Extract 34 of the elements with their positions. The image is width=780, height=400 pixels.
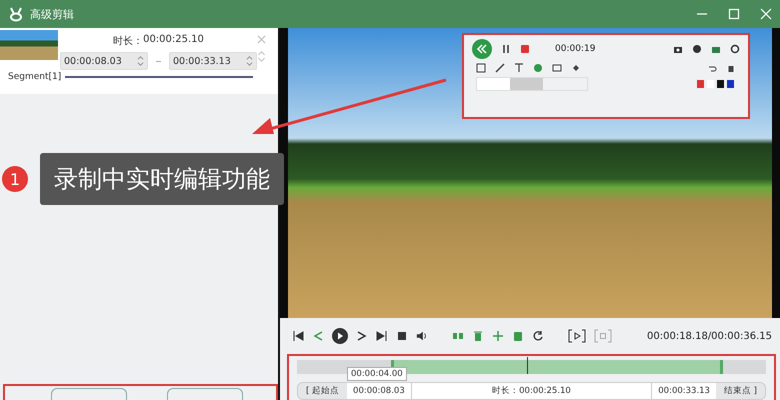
segment-name: Segment[1] — [7, 72, 60, 82]
step-back-icon[interactable] — [312, 330, 324, 342]
pause-icon[interactable] — [501, 44, 511, 54]
play-selection-icon[interactable] — [568, 329, 586, 343]
end-time-field[interactable]: 00:00:33.13 — [169, 52, 257, 70]
recording-time: 00:00:19 — [555, 44, 596, 54]
segment-card[interactable]: Segment[1] 时长：00:00:25.10 00:00:08.03 00:00:33.13 — [0, 28, 278, 94]
split-icon[interactable] — [452, 330, 464, 342]
rectangle-icon[interactable] — [476, 63, 486, 73]
spinner-arrows-icon[interactable] — [246, 55, 253, 67]
duration-label: 时长： — [113, 34, 144, 48]
volume-icon[interactable] — [416, 330, 428, 342]
callout-text: 录制中实时编辑功能 — [40, 153, 284, 205]
pen-icon[interactable] — [495, 63, 505, 73]
skip-start-icon[interactable] — [292, 330, 304, 342]
color-palette-icon[interactable] — [696, 79, 736, 89]
collapse-icon[interactable] — [472, 39, 492, 59]
playback-time: 00:00:18.18/00:00:36.15 — [647, 330, 772, 342]
photo-placeholder — [0, 30, 58, 60]
skip-end-icon[interactable] — [376, 330, 388, 342]
step-forward-icon[interactable] — [356, 330, 368, 342]
camera-icon[interactable] — [673, 44, 683, 54]
duration-value: 00:00:25.10 — [143, 34, 204, 47]
stop-icon[interactable] — [396, 330, 408, 342]
spinner-arrows-icon[interactable] — [137, 55, 144, 67]
text-tool-icon[interactable] — [514, 63, 524, 73]
play-icon[interactable] — [332, 328, 348, 344]
window-title: 高级剪辑 — [30, 6, 74, 22]
maximize-icon[interactable] — [728, 8, 740, 20]
reset-icon[interactable] — [532, 330, 544, 342]
start-time-field[interactable]: 00:00:08.03 — [60, 52, 148, 70]
add-icon[interactable] — [492, 330, 504, 342]
rabbit-logo-icon — [8, 6, 24, 22]
time-tooltip: 00:00:04.00 — [347, 367, 407, 381]
